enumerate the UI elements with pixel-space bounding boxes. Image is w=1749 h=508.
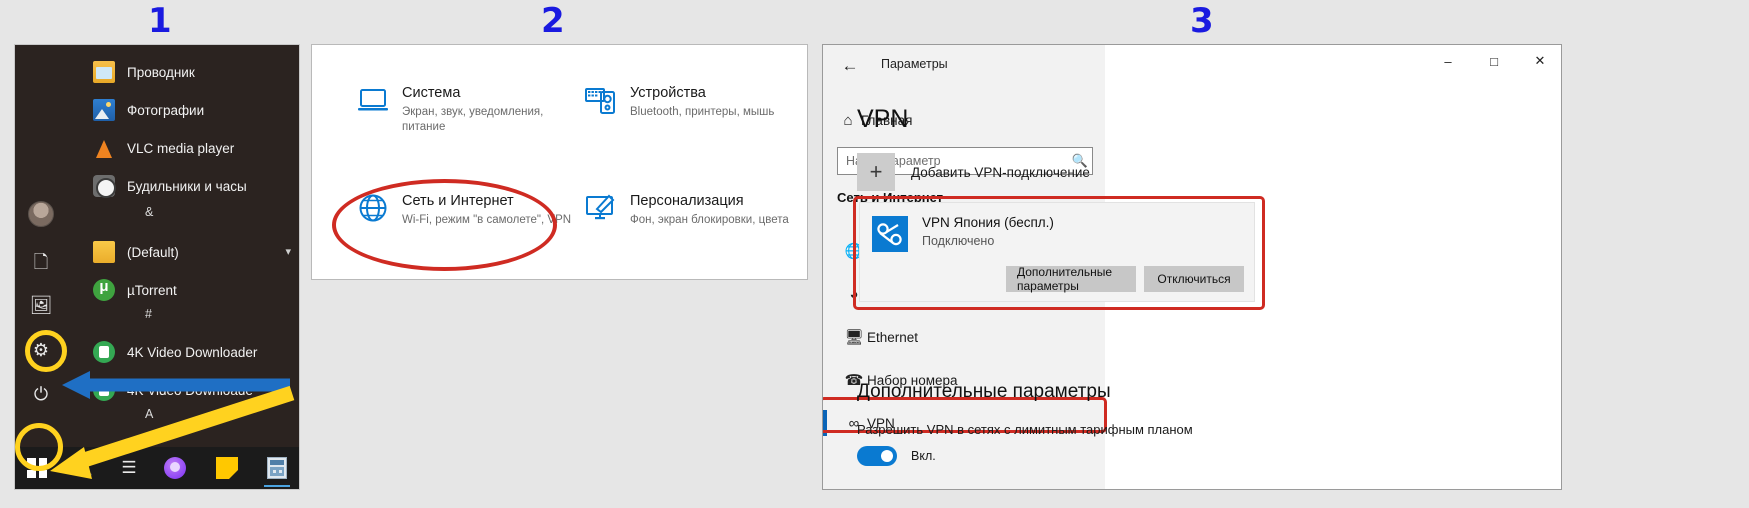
- start-menu-item-explorer[interactable]: Проводник: [67, 53, 299, 91]
- 4k-icon: [93, 379, 115, 401]
- calculator-icon[interactable]: [255, 447, 299, 489]
- add-vpn-connection-button[interactable]: + Добавить VPN-подключение: [857, 153, 1090, 191]
- start-menu-panel: 🗋 🖼 ⚙ ⏻ Проводник Фотографии VLC media p…: [14, 44, 300, 490]
- start-menu-item-label: Проводник: [127, 64, 195, 80]
- start-menu-item-label: Фотографии: [127, 102, 205, 118]
- maximize-button[interactable]: □: [1471, 45, 1517, 77]
- start-menu-item-photos[interactable]: Фотографии: [67, 91, 299, 129]
- settings-vpn-panel: ← Параметры – □ ✕ ⌂ Главная 🔍 Сеть и Инт…: [822, 44, 1562, 490]
- window-titlebar: ← Параметры – □ ✕: [823, 45, 1561, 87]
- start-menu-item-label: µTorrent: [127, 282, 177, 298]
- start-menu-item-label: VLC media player: [127, 140, 235, 156]
- start-menu-item-label: (Default): [127, 244, 179, 260]
- highlight-circle-start: [15, 423, 63, 471]
- window-title: Параметры: [881, 57, 948, 71]
- tile-subtitle: Экран, звук, уведомления, питание: [402, 106, 544, 133]
- 4k-icon: [93, 341, 115, 363]
- start-menu-item-alarms[interactable]: Будильники и часы: [67, 167, 299, 205]
- metered-vpn-toggle-row[interactable]: Вкл.: [857, 446, 936, 466]
- tile-title: Система: [402, 85, 461, 101]
- settings-tile-personalization[interactable]: Персонализация Фон, экран блокировки, цв…: [584, 191, 789, 228]
- settings-tile-system[interactable]: Система Экран, звук, уведомления, питани…: [356, 83, 582, 135]
- advanced-section-description: Разрешить VPN в сетях с лимитным тарифны…: [857, 422, 1193, 437]
- cortana-icon[interactable]: [153, 447, 197, 489]
- task-view-icon[interactable]: ☰: [107, 447, 151, 489]
- sticky-notes-icon[interactable]: [205, 447, 249, 489]
- start-menu-group-a[interactable]: A: [145, 407, 153, 421]
- settings-tile-devices[interactable]: Устройства Bluetooth, принтеры, мышь: [584, 83, 774, 120]
- start-menu-item-4k-2[interactable]: 4K Video Downloade: [67, 371, 299, 409]
- settings-home-panel: Система Экран, звук, уведомления, питани…: [311, 44, 808, 280]
- start-menu-item-4k-1[interactable]: 4K Video Downloader: [67, 333, 299, 371]
- power-icon[interactable]: ⏻: [29, 382, 53, 406]
- chevron-down-icon[interactable]: ▾: [285, 245, 291, 258]
- metered-vpn-toggle-label: Вкл.: [911, 449, 936, 463]
- screenshot-root: 1 2 3 🗋 🖼 ⚙ ⏻ Проводник Фотографии VLC m…: [0, 0, 1749, 508]
- tile-title: Устройства: [630, 85, 706, 101]
- devices-icon: [584, 83, 618, 117]
- ethernet-icon: 🖥: [844, 329, 864, 346]
- sidebar-item-ethernet[interactable]: 🖥 Ethernet: [823, 317, 1105, 357]
- search-icon[interactable]: 🔍: [61, 447, 105, 489]
- step-number-1: 1: [148, 1, 172, 41]
- personalization-icon: [584, 191, 618, 225]
- highlight-ellipse-network: [332, 179, 557, 271]
- photos-icon: [93, 99, 115, 121]
- folder-icon: [93, 241, 115, 263]
- laptop-icon: [356, 83, 390, 117]
- start-menu-item-vlc[interactable]: VLC media player: [67, 129, 299, 167]
- tile-subtitle: Фон, экран блокировки, цвета: [630, 214, 789, 226]
- pictures-icon[interactable]: 🖼: [29, 293, 53, 317]
- utorrent-icon: [93, 278, 115, 301]
- document-icon[interactable]: 🗋: [29, 250, 53, 274]
- start-menu-group-hash[interactable]: #: [145, 307, 152, 321]
- account-avatar[interactable]: [28, 201, 54, 227]
- back-arrow-icon[interactable]: ←: [837, 55, 863, 77]
- start-menu-group-amp[interactable]: &: [145, 205, 153, 219]
- add-vpn-label: Добавить VPN-подключение: [911, 164, 1090, 180]
- folder-icon: [93, 61, 115, 83]
- start-menu-item-utorrent[interactable]: µTorrent: [67, 271, 299, 309]
- start-menu-item-label: Будильники и часы: [127, 178, 247, 194]
- step-number-2: 2: [541, 1, 565, 41]
- start-menu-item-label: 4K Video Downloade: [127, 382, 253, 398]
- tile-title: Персонализация: [630, 193, 744, 209]
- vlc-icon: [93, 137, 115, 159]
- close-button[interactable]: ✕: [1517, 45, 1561, 77]
- start-menu-app-list: Проводник Фотографии VLC media player Бу…: [67, 45, 299, 489]
- start-menu-item-label: 4K Video Downloader: [127, 344, 258, 360]
- step-number-3: 3: [1190, 1, 1214, 41]
- start-menu-item-default[interactable]: (Default) ▾: [67, 233, 299, 271]
- metered-vpn-toggle[interactable]: [857, 446, 897, 466]
- sidebar-item-label: Ethernet: [867, 329, 919, 345]
- clock-icon: [93, 175, 116, 198]
- plus-icon: +: [857, 153, 895, 191]
- page-title: VPN: [857, 105, 909, 133]
- highlight-circle-settings: [25, 330, 67, 372]
- highlight-box-vpn-card: [853, 196, 1265, 310]
- minimize-button[interactable]: –: [1425, 45, 1471, 77]
- advanced-section-title: Дополнительные параметры: [857, 381, 1111, 402]
- tile-subtitle: Bluetooth, принтеры, мышь: [630, 106, 775, 118]
